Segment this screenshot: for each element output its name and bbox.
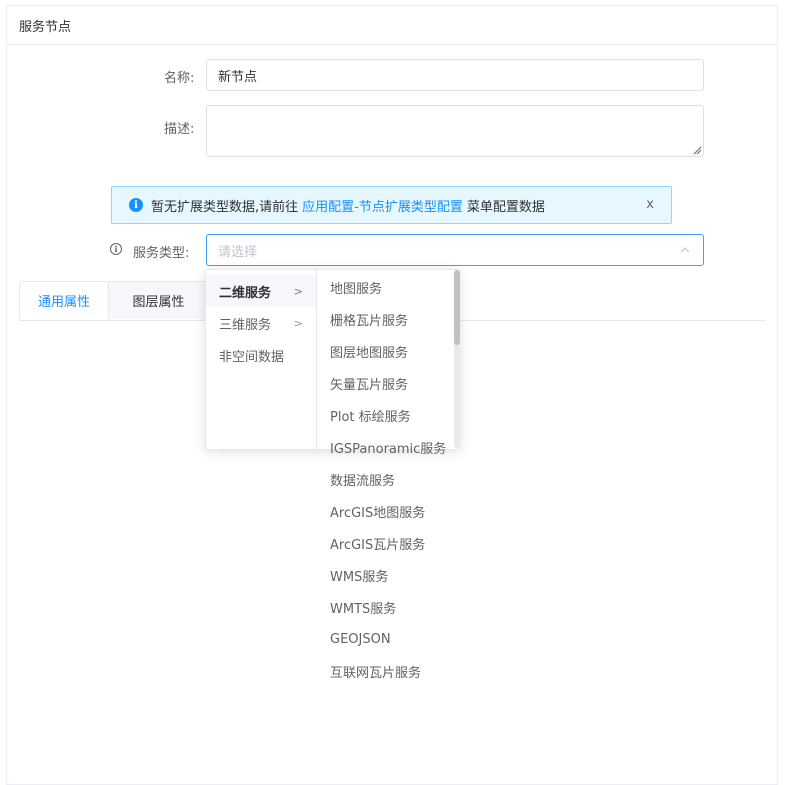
chevron-right-icon: > [293,317,303,330]
cascader-option-3d-services[interactable]: 三维服务 > [206,307,316,339]
cascader-option-data-stream-service[interactable]: 数据流服务 [330,463,395,495]
alert-text-after: 菜单配置数据 [466,199,545,215]
cascader-option-internet-tile-service[interactable]: 互联网瓦片服务 [330,655,421,687]
cascader-option-label: 三维服务 [219,317,272,333]
cascader-option-non-spatial-data[interactable]: 非空间数据 [206,339,316,371]
resize-grip-icon[interactable] [692,145,702,155]
cascader-option-plot-service[interactable]: Plot 标绘服务 [330,399,411,431]
cascader-option-2d-services[interactable]: 二维服务 > [206,275,316,307]
service-type-select[interactable]: 请选择 [206,234,704,266]
cascader-level1-menu: 二维服务 > 三维服务 > 非空间数据 [206,270,317,449]
cascader-option-layer-map-service[interactable]: 图层地图服务 [330,335,408,367]
service-type-label: 服务类型: [133,246,190,261]
alert-config-link[interactable]: 应用配置-节点扩展类型配置 [302,196,463,215]
cascader-option-wmts-service[interactable]: WMTS服务 [330,591,396,623]
cascader-option-arcgis-tile-service[interactable]: ArcGIS瓦片服务 [330,527,425,559]
panel-title: 服务节点 [7,6,777,45]
chevron-right-icon: > [293,285,303,298]
tab-layer-properties[interactable]: 图层属性 [109,281,209,319]
cascader-option-geojson[interactable]: GEOJSON [330,623,391,655]
cascader-option-wms-service[interactable]: WMS服务 [330,559,388,591]
description-textarea[interactable] [206,105,704,157]
cascader-option-raster-tile-service[interactable]: 栅格瓦片服务 [330,303,408,335]
cascader-option-map-service[interactable]: 地图服务 [330,271,382,303]
cascader-option-label: 非空间数据 [219,349,285,365]
description-label: 描述: [164,122,195,137]
tab-general-properties[interactable]: 通用属性 [19,281,109,320]
cascader-option-igs-panoramic-service[interactable]: IGSPanoramic服务 [330,431,446,463]
close-icon[interactable]: x [646,197,654,213]
name-input-value: 新节点 [218,69,258,85]
name-label: 名称: [164,71,195,86]
service-type-placeholder: 请选择 [218,244,258,260]
alert-text-before: 暂无扩展类型数据,请前往 [151,199,299,215]
cascader-scrollbar[interactable] [454,270,460,448]
info-alert: i 暂无扩展类型数据,请前往 应用配置-节点扩展类型配置 菜单配置数据 x [111,186,672,224]
question-circle-icon: i [110,243,122,255]
cascader-option-vector-tile-service[interactable]: 矢量瓦片服务 [330,367,408,399]
chevron-up-icon [680,247,690,253]
cascader-option-arcgis-map-service[interactable]: ArcGIS地图服务 [330,495,425,527]
info-circle-icon: i [129,198,143,212]
scrollbar-thumb[interactable] [454,270,460,345]
cascader-option-label: 二维服务 [219,285,272,301]
name-input[interactable]: 新节点 [206,59,704,91]
